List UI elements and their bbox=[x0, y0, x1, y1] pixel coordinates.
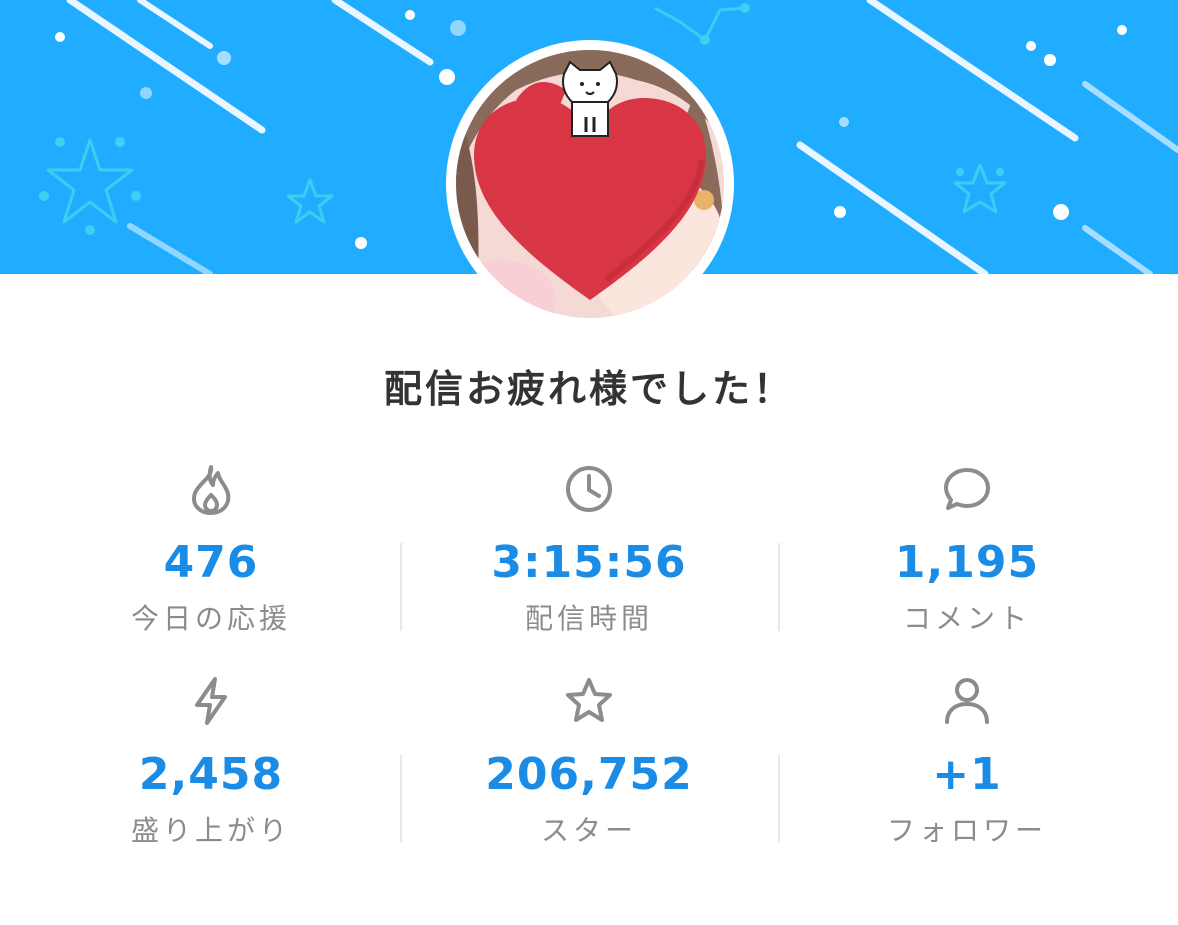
stat-label: コメント bbox=[902, 602, 1031, 635]
comment-bubble-icon bbox=[944, 468, 990, 510]
stat-label: 配信時間 bbox=[524, 602, 653, 635]
lightning-icon bbox=[195, 677, 227, 725]
stat-comments: 1,195 コメント bbox=[778, 455, 1156, 667]
stat-support: 476 今日の応援 bbox=[22, 455, 400, 667]
star-icon bbox=[566, 678, 612, 722]
stat-label: フォロワー bbox=[886, 814, 1047, 847]
stat-value: 206,752 bbox=[485, 749, 693, 800]
stat-stream-time: 3:15:56 配信時間 bbox=[400, 455, 778, 667]
stat-stars: 206,752 スター bbox=[400, 667, 778, 879]
stats-row-1: 476 今日の応援 3:15:56 配信時間 1,195 コメント bbox=[22, 455, 1156, 667]
page-title: 配信お疲れ様でした！ bbox=[383, 367, 794, 411]
stat-value: +1 bbox=[932, 749, 1002, 800]
stat-excitement: 2,458 盛り上がり bbox=[22, 667, 400, 879]
avatar-image bbox=[456, 50, 724, 318]
stats-row-2: 2,458 盛り上がり 206,752 スター +1 フォロワー bbox=[22, 667, 1156, 879]
stat-label: 盛り上がり bbox=[130, 814, 291, 847]
stat-followers: +1 フォロワー bbox=[778, 667, 1156, 879]
stat-value: 476 bbox=[163, 537, 259, 588]
stat-value: 1,195 bbox=[894, 537, 1040, 588]
user-icon bbox=[945, 678, 989, 724]
clock-icon bbox=[566, 466, 612, 512]
stat-value: 3:15:56 bbox=[491, 537, 687, 588]
avatar[interactable] bbox=[446, 40, 734, 328]
stat-label: 今日の応援 bbox=[130, 602, 291, 635]
stats-grid: 476 今日の応援 3:15:56 配信時間 1,195 コメント 2,458 … bbox=[22, 455, 1156, 879]
flame-icon bbox=[192, 465, 231, 515]
stat-label: スター bbox=[540, 814, 637, 847]
stat-value: 2,458 bbox=[138, 749, 284, 800]
